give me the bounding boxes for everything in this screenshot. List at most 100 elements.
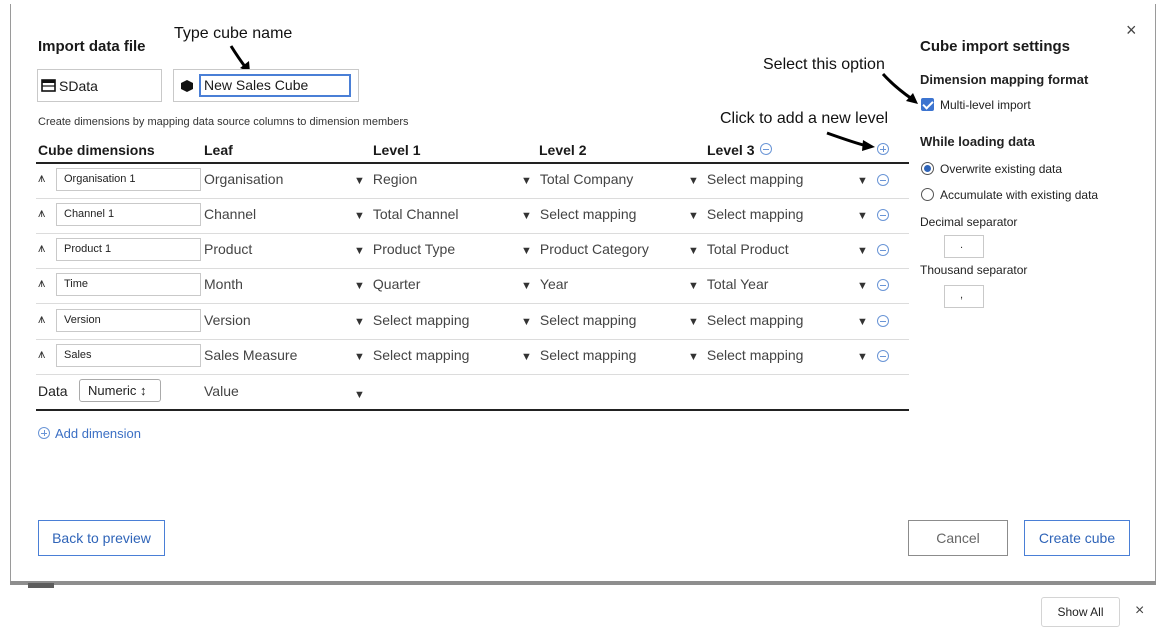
cube-icon <box>181 79 193 92</box>
add-level-icon[interactable] <box>877 143 889 155</box>
remove-row-icon[interactable] <box>877 209 889 221</box>
dialog-title: Import data file <box>38 38 146 55</box>
decimal-separator-input[interactable]: . <box>944 235 984 258</box>
remove-row-icon[interactable] <box>877 350 889 362</box>
level-3-select[interactable]: ▼ Total Product <box>688 241 789 257</box>
overwrite-label: Overwrite existing data <box>940 162 1063 176</box>
thousand-separator-input[interactable]: , <box>944 285 984 308</box>
level-4-dropdown[interactable]: ▼ <box>857 276 876 292</box>
header-leaf: Leaf <box>204 142 233 158</box>
row-divider <box>36 339 909 340</box>
level-2-select[interactable]: ▼ Product Category <box>521 241 649 257</box>
level-1-select[interactable]: ▼ Total Channel <box>354 206 459 222</box>
cube-name-input[interactable]: New Sales Cube <box>199 74 351 97</box>
table-icon <box>41 78 56 92</box>
cancel-button[interactable]: Cancel <box>908 520 1008 556</box>
dimension-name-input[interactable]: Channel 1 <box>56 203 201 226</box>
leaf-cell: Sales Measure <box>204 347 298 363</box>
level-1-select[interactable]: ▼ Product Type <box>354 241 455 257</box>
row-divider <box>36 233 909 234</box>
dimension-icon: ⩚ <box>38 346 46 361</box>
level-2-select[interactable]: ▼ Select mapping <box>521 347 636 363</box>
leaf-cell: Version <box>204 312 251 328</box>
create-cube-button[interactable]: Create cube <box>1024 520 1130 556</box>
dialog-bottom-border <box>10 581 1156 585</box>
level-1-select[interactable]: ▼ Select mapping <box>354 347 469 363</box>
remove-level-icon[interactable] <box>760 143 772 155</box>
annotation-type-cube-name: Type cube name <box>174 25 293 42</box>
dimension-name-input[interactable]: Organisation 1 <box>56 168 201 191</box>
remove-row-icon[interactable] <box>877 244 889 256</box>
header-level-1: Level 1 <box>373 142 421 158</box>
accumulate-radio[interactable] <box>921 188 934 201</box>
dimension-icon: ⩚ <box>38 240 46 255</box>
level-3-select[interactable]: ▼ Total Year <box>688 276 768 292</box>
dimension-name-input[interactable]: Version <box>56 309 201 332</box>
annotation-select-option: Select this option <box>763 56 885 73</box>
annotation-arrow-level <box>826 131 875 151</box>
settings-title: Cube import settings <box>920 38 1071 55</box>
dimension-icon: ⩚ <box>38 311 46 326</box>
level-1-select[interactable]: ▼ Select mapping <box>354 312 469 328</box>
leaf-cell: Channel <box>204 206 257 222</box>
level-4-dropdown[interactable]: ▼ <box>857 171 876 187</box>
level-4-dropdown[interactable]: ▼ <box>857 347 876 363</box>
level-3-select[interactable]: ▼ Select mapping <box>688 312 803 328</box>
instruction-text: Create dimensions by mapping data source… <box>38 116 409 128</box>
decimal-separator-label: Decimal separator <box>920 215 1018 229</box>
multi-level-checkbox[interactable] <box>921 98 934 111</box>
data-row-label: Data <box>38 383 68 399</box>
level-1-select[interactable]: ▼ Quarter <box>354 276 420 292</box>
source-file-box: SData <box>37 69 162 102</box>
dimension-name-input[interactable]: Time <box>56 273 201 296</box>
table-bottom-rule <box>36 409 909 411</box>
level-4-dropdown[interactable]: ▼ <box>857 206 876 222</box>
level-2-select[interactable]: ▼ Select mapping <box>521 312 636 328</box>
back-to-preview-button[interactable]: Back to preview <box>38 520 165 556</box>
table-top-rule <box>36 162 909 164</box>
dimension-icon: ⩚ <box>38 170 46 185</box>
multi-level-label: Multi-level import <box>940 98 1031 112</box>
level-1-select[interactable]: ▼ Region <box>354 171 417 187</box>
data-type-select[interactable]: Numeric ↕ <box>79 379 161 402</box>
level-4-dropdown[interactable]: ▼ <box>857 312 876 328</box>
level-3-select[interactable]: ▼ Select mapping <box>688 347 803 363</box>
annotation-add-level: Click to add a new level <box>720 110 889 127</box>
level-2-select[interactable]: ▼ Total Company <box>521 171 633 187</box>
header-cube-dimensions: Cube dimensions <box>38 142 155 158</box>
show-all-button[interactable]: Show All <box>1041 597 1120 627</box>
remove-row-icon[interactable] <box>877 315 889 327</box>
scrollbar-thumb[interactable] <box>28 583 54 588</box>
row-divider <box>36 303 909 304</box>
cube-name-box: New Sales Cube <box>173 69 359 102</box>
close-icon[interactable]: × <box>1126 20 1137 41</box>
dimension-icon: ⩚ <box>38 275 46 290</box>
dimension-icon: ⩚ <box>38 205 46 220</box>
leaf-cell: Product <box>204 241 253 257</box>
row-divider <box>36 198 909 199</box>
thousand-separator-label: Thousand separator <box>920 263 1028 277</box>
accumulate-label: Accumulate with existing data <box>940 188 1099 202</box>
level-4-dropdown[interactable]: ▼ <box>857 241 876 257</box>
mapping-heading: Dimension mapping format <box>920 72 1089 87</box>
add-circle-icon <box>38 427 51 440</box>
overwrite-radio[interactable] <box>921 162 934 175</box>
level-3-select[interactable]: ▼ Select mapping <box>688 206 803 222</box>
dimension-name-input[interactable]: Sales <box>56 344 201 367</box>
dimension-name-input[interactable]: Product 1 <box>56 238 201 261</box>
data-level-1-dropdown[interactable]: ▼ <box>354 385 373 401</box>
remove-row-icon[interactable] <box>877 279 889 291</box>
level-2-select[interactable]: ▼ Select mapping <box>521 206 636 222</box>
add-dimension-link[interactable]: Add dimension <box>38 426 141 441</box>
remove-row-icon[interactable] <box>877 174 889 186</box>
header-level-3: Level 3 <box>707 142 755 158</box>
close-icon[interactable]: × <box>1135 602 1144 620</box>
data-leaf-cell: Value <box>204 383 239 399</box>
row-divider <box>36 374 909 375</box>
row-divider <box>36 268 909 269</box>
header-level-2: Level 2 <box>539 142 587 158</box>
source-name: SData <box>59 77 98 94</box>
level-3-select[interactable]: ▼ Select mapping <box>688 171 803 187</box>
loading-heading: While loading data <box>920 134 1035 149</box>
level-2-select[interactable]: ▼ Year <box>521 276 568 292</box>
